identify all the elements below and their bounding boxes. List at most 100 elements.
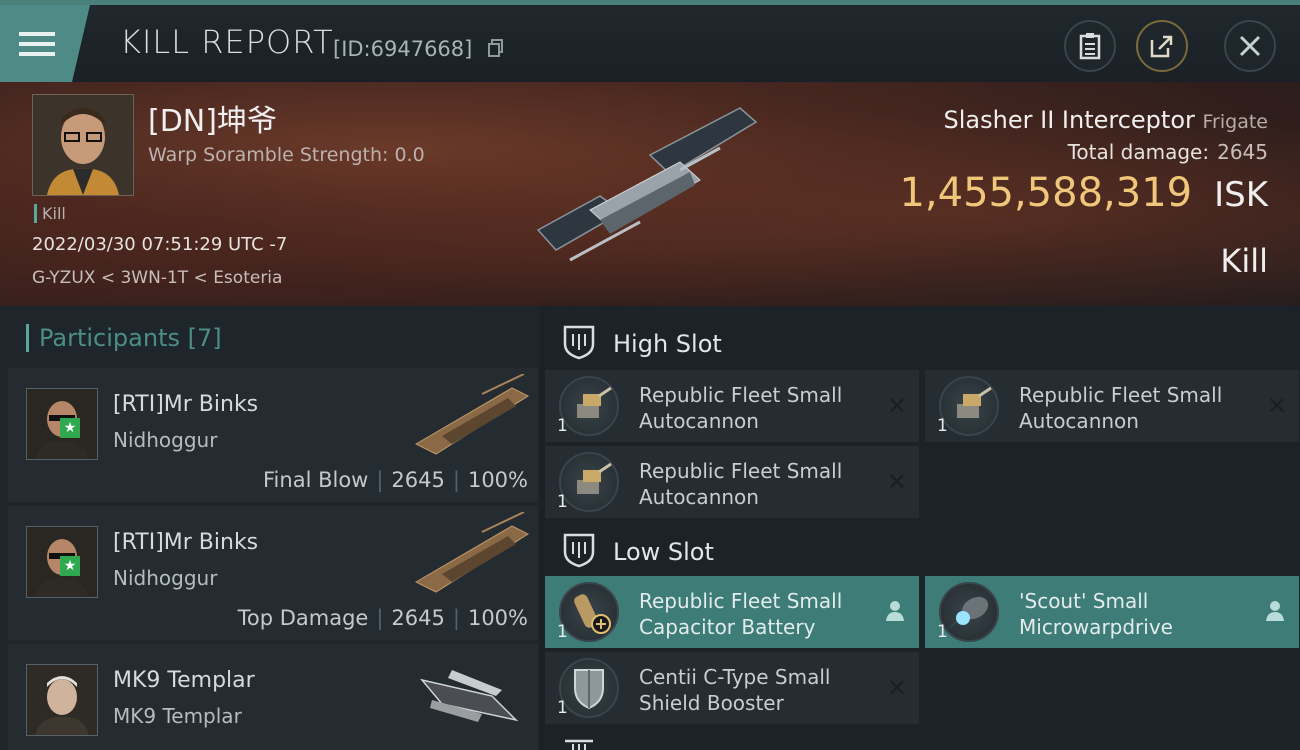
module-qty: 1 (557, 492, 568, 512)
share-button[interactable] (1136, 20, 1188, 72)
participant-pilot: [RTI]Mr Binks (113, 530, 259, 555)
module-item[interactable]: 1 Republic Fleet Small Autocannon ✕ (545, 446, 919, 518)
isk-unit: ISK (1214, 175, 1268, 215)
module-item[interactable]: 1 Centii C-Type Small Shield Booster ✕ (545, 652, 919, 724)
next-slot-header-partial (545, 736, 1300, 750)
module-name-line1: Republic Fleet Small (639, 459, 843, 483)
module-name: Republic Fleet Small Autocannon (639, 382, 842, 434)
menu-icon (19, 31, 55, 56)
total-damage-label: Total damage: (1067, 140, 1210, 164)
module-item[interactable]: 1 Republic Fleet Small Autocannon ✕ (545, 370, 919, 442)
module-name-line1: Republic Fleet Small (1019, 383, 1223, 407)
victim-ship-image (536, 107, 758, 262)
ship-name-text: Slasher II Interceptor (943, 106, 1195, 134)
participant-role: Final Blow (263, 468, 369, 492)
x-icon: ✕ (886, 392, 907, 420)
close-icon (1239, 35, 1261, 57)
victim-summary: [DN]坤爷 Warp Soramble Strength: 0.0 Kill … (0, 82, 1300, 306)
kill-location[interactable]: G-YZUX < 3WN-1T < Esoteria (32, 268, 282, 288)
ship-class: Frigate (1202, 111, 1268, 133)
shield-slot-icon (563, 325, 595, 360)
module-name-line2: Autocannon (1019, 409, 1139, 433)
kill-tag: Kill (34, 204, 66, 223)
person-icon (886, 601, 904, 621)
module-item[interactable]: 1 'Scout' Small Microwarpdrive (925, 576, 1299, 648)
participant-ship-image (420, 670, 519, 722)
clipboard-button[interactable] (1064, 20, 1116, 72)
kill-datetime: 2022/03/30 07:51:29 UTC -7 (32, 234, 288, 255)
participant-portrait (26, 664, 98, 736)
x-icon: ✕ (886, 468, 907, 496)
result-label: Kill (1220, 242, 1268, 280)
autocannon-icon (559, 376, 619, 436)
participant-percent: 100% (467, 606, 528, 630)
top-bar: KILL REPORT [ID:6947668] (0, 0, 1300, 82)
module-name-line2: Autocannon (639, 485, 759, 509)
total-damage-value: 2645 (1217, 140, 1268, 164)
low-slot-header: Low Slot (545, 518, 1300, 574)
participant-row[interactable]: MK9 Templar MK9 Templar (8, 644, 538, 750)
fitting-panel: High Slot 1 Republic Fleet Small Autocann… (545, 306, 1300, 750)
victim-name[interactable]: [DN]坤爷 (148, 96, 277, 140)
module-name: Republic Fleet Small Autocannon (1019, 382, 1222, 434)
star-icon: ★ (60, 418, 80, 438)
share-icon (1150, 35, 1173, 58)
close-button[interactable] (1224, 20, 1276, 72)
module-name-line2: Autocannon (639, 409, 759, 433)
autocannon-icon (939, 376, 999, 436)
participant-pilot: [RTI]Mr Binks (113, 392, 259, 417)
module-name-line1: 'Scout' Small (1019, 589, 1149, 613)
menu-button[interactable] (0, 5, 90, 82)
module-name-line2: Microwarpdrive (1019, 615, 1173, 639)
module-name-line1: Republic Fleet Small (639, 383, 843, 407)
high-slot-header: High Slot (545, 310, 1300, 366)
module-name: 'Scout' Small Microwarpdrive (1019, 588, 1173, 640)
module-name-line2: Capacitor Battery (639, 615, 816, 639)
victim-ship-name[interactable]: Slasher II Interceptor Frigate (944, 106, 1268, 134)
person-icon (1266, 601, 1284, 621)
module-item[interactable]: 1 Republic Fleet Small Autocannon ✕ (925, 370, 1299, 442)
participant-ship-image (414, 512, 530, 593)
participant-ship: Nidhoggur (113, 566, 218, 590)
participant-damage: 2645 (391, 606, 445, 630)
participant-ship: Nidhoggur (113, 428, 218, 452)
module-name: Republic Fleet Small Capacitor Battery (639, 588, 842, 640)
module-name-line2: Shield Booster (639, 691, 784, 715)
module-qty: 1 (557, 416, 568, 436)
microwarpdrive-icon (939, 582, 999, 642)
participant-percent: 100% (467, 468, 528, 492)
total-damage: Total damage: 2645 (1068, 140, 1268, 164)
participant-role: Top Damage (237, 606, 369, 630)
module-qty: 1 (557, 698, 568, 718)
star-icon: ★ (60, 556, 80, 576)
capacitor-icon (559, 582, 619, 642)
participant-stats: Final Blow | 2645 | 100% (263, 468, 528, 492)
victim-portrait[interactable] (32, 94, 134, 196)
participants-panel: Participants [7] ★ [RTI]Mr Binks Nidhogg… (0, 306, 540, 750)
participant-pilot: MK9 Templar (113, 668, 255, 693)
participant-damage: 2645 (391, 468, 445, 492)
module-item[interactable]: 1 Republic Fleet Small Capacitor Battery (545, 576, 919, 648)
module-qty: 1 (937, 416, 948, 436)
participants-header[interactable]: Participants [7] (26, 324, 222, 352)
module-qty: 1 (557, 622, 568, 642)
module-name: Republic Fleet Small Autocannon (639, 458, 842, 510)
module-name-line1: Centii C-Type Small (639, 665, 831, 689)
shield-slot-icon (563, 533, 595, 568)
x-icon: ✕ (1266, 392, 1287, 420)
page-title: KILL REPORT (120, 23, 334, 61)
low-slot-label: Low Slot (613, 538, 714, 566)
module-name-line1: Republic Fleet Small (639, 589, 843, 613)
isk-value: 1,455,588,319 ISK (899, 170, 1268, 216)
participant-row[interactable]: ★ [RTI]Mr Binks Nidhoggur Final Blow | 264… (8, 368, 538, 502)
shield-booster-icon (559, 658, 619, 718)
module-name: Centii C-Type Small Shield Booster (639, 664, 830, 716)
copy-icon[interactable] (488, 39, 504, 61)
participant-ship: MK9 Templar (113, 704, 242, 728)
high-slot-label: High Slot (613, 330, 722, 358)
participant-ship-image (414, 374, 530, 455)
participant-row[interactable]: ★ [RTI]Mr Binks Nidhoggur Top Damage | 264… (8, 506, 538, 640)
isk-amount: 1,455,588,319 (899, 170, 1193, 216)
warp-scramble-text: Warp Soramble Strength: 0.0 (148, 144, 425, 166)
module-qty: 1 (937, 622, 948, 642)
